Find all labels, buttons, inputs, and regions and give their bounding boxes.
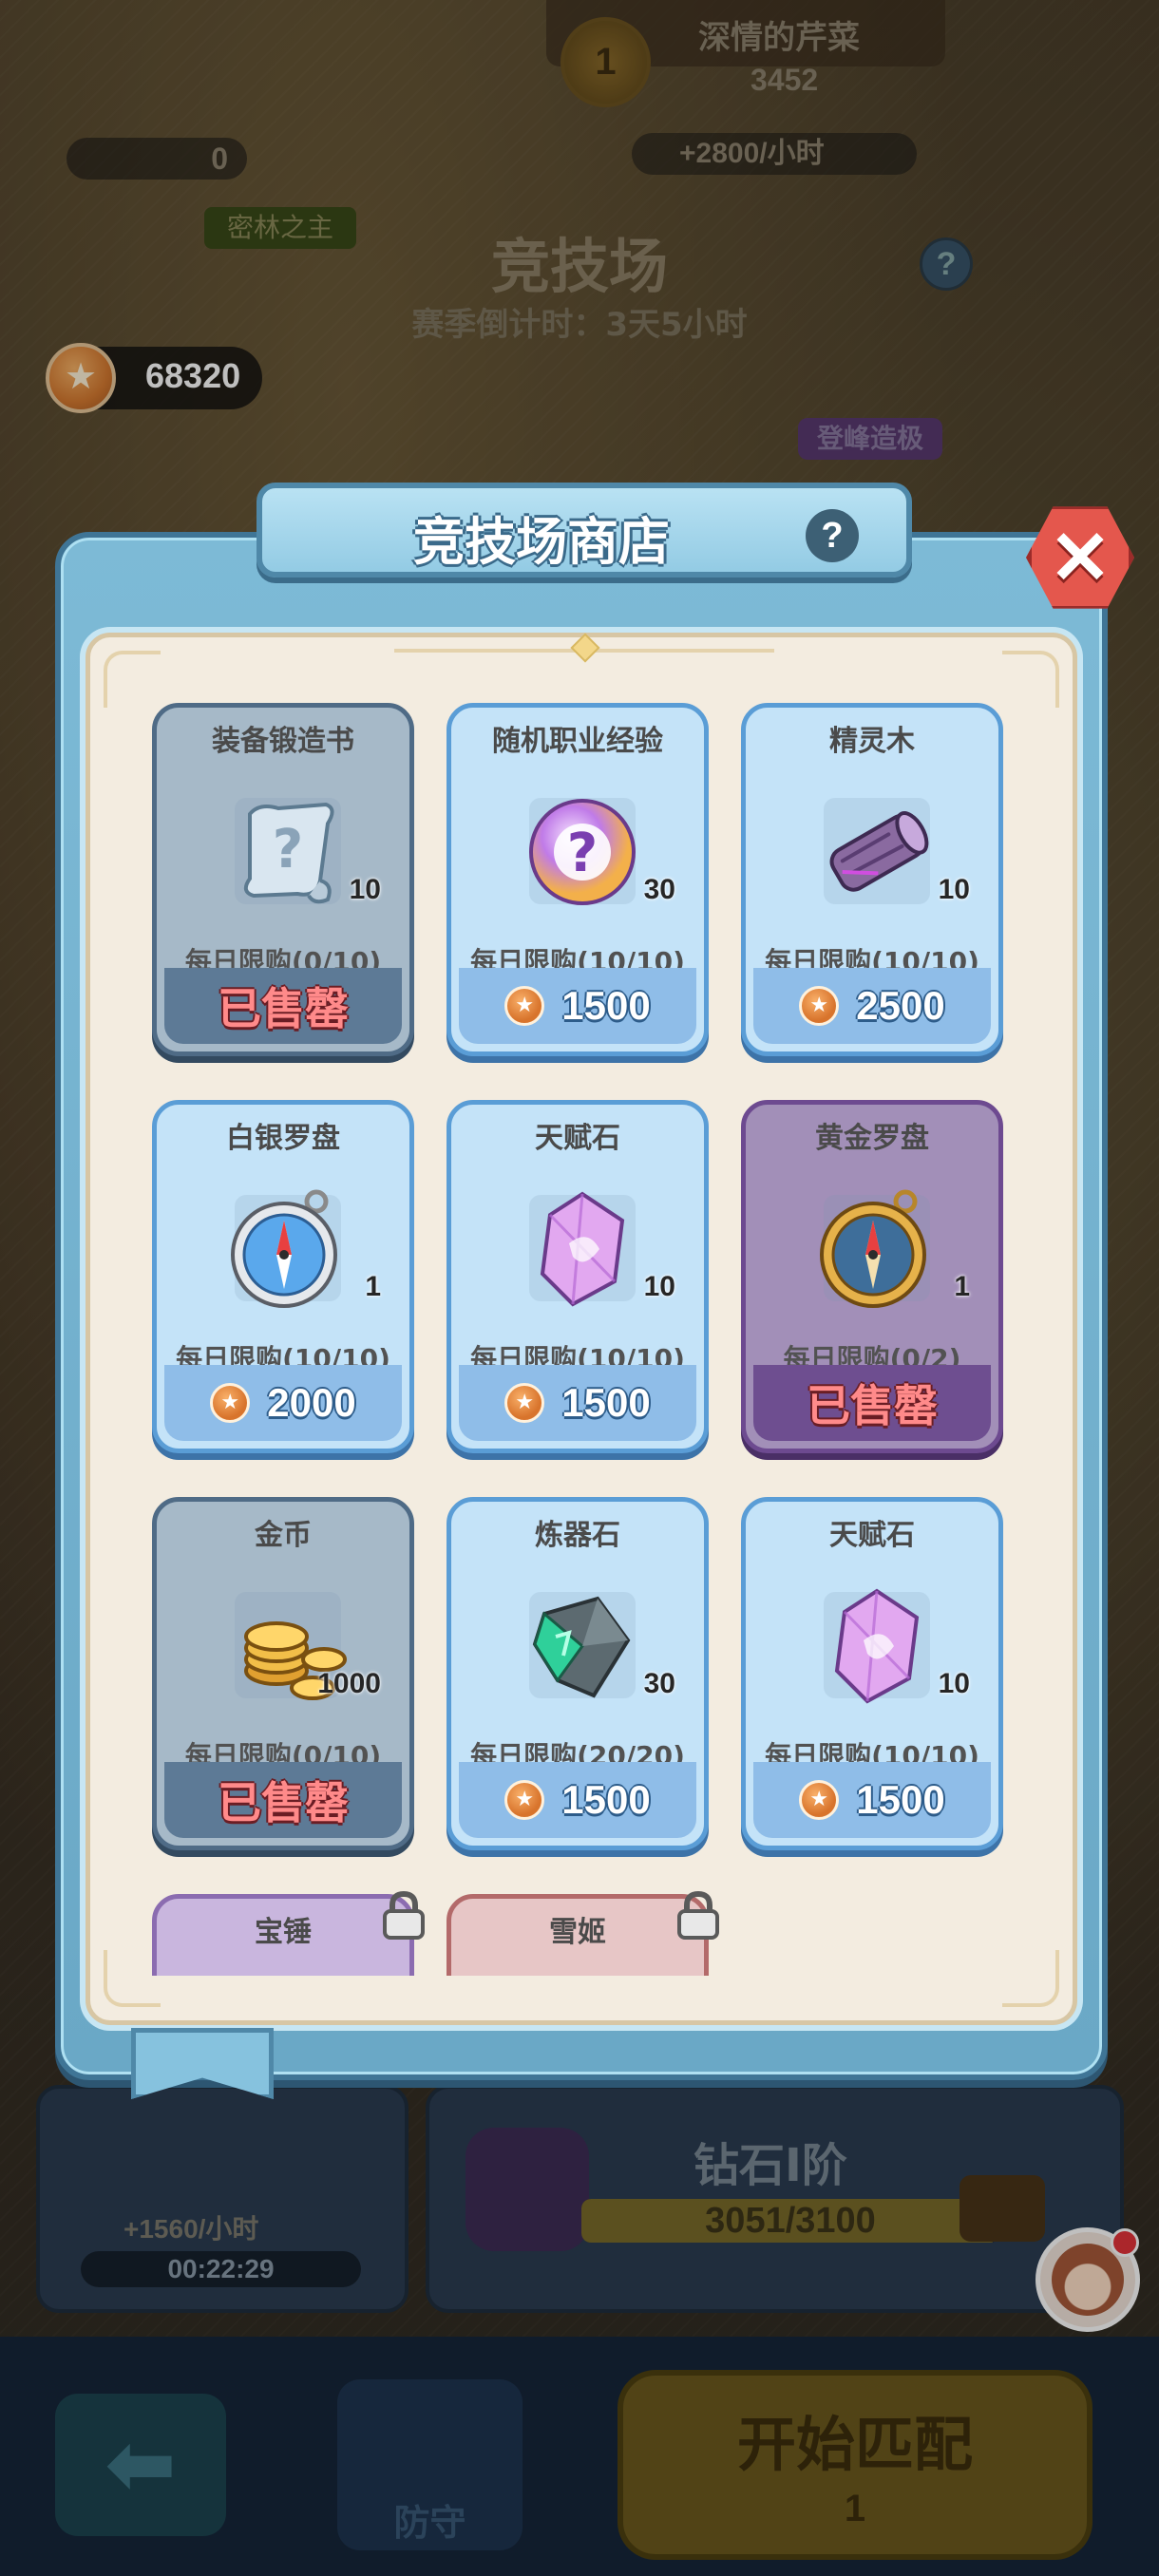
svg-text:?: ? — [273, 819, 303, 881]
item-price: 2000 — [267, 1380, 356, 1425]
sold-out-label: 已售罄 — [218, 1777, 349, 1828]
item-price: 1500 — [561, 1380, 651, 1425]
item-name: 天赋石 — [829, 1519, 915, 1552]
shop-title-banner: 竞技场商店 ? — [195, 483, 974, 578]
item-name: 白银罗盘 — [226, 1122, 340, 1155]
arena-coin-icon: ★ — [504, 1383, 545, 1423]
item-quantity: 1 — [954, 1271, 970, 1302]
buy-price-button[interactable]: ★ 2500 — [753, 968, 991, 1044]
arena-coin-icon: ★ — [799, 986, 840, 1026]
shop-title: 竞技场商店 — [413, 512, 670, 572]
item-name: 宝锤 — [255, 1916, 312, 1949]
shop-item-card[interactable]: 随机职业经验 ? 30 每日限购(10/10) ★ 1500 — [446, 703, 709, 1056]
item-name: 雪姬 — [549, 1916, 606, 1949]
item-name: 随机职业经验 — [492, 725, 663, 758]
shop-item-card-locked[interactable]: 宝锤 — [152, 1894, 414, 1976]
item-quantity: 10 — [938, 1668, 970, 1699]
shop-item-card[interactable]: 金币 1000 每日限购(0/10) 已售罄 — [152, 1497, 414, 1850]
shop-item-grid[interactable]: 装备锻造书 ? 10 每日限购(0/10) 已售罄 随机职业经验 ? 30 每日… — [147, 703, 1016, 1976]
svg-text:?: ? — [567, 823, 598, 884]
sold-out-label: 已售罄 — [218, 983, 349, 1034]
arena-coin-icon: ★ — [504, 1780, 545, 1820]
item-quantity: 10 — [349, 874, 381, 905]
sold-out-label: 已售罄 — [807, 1380, 938, 1431]
shop-item-card[interactable]: 白银罗盘 1 每日限购(10/10) ★ 2000 — [152, 1100, 414, 1453]
buy-price-button[interactable]: ★ 1500 — [459, 968, 696, 1044]
item-quantity: 30 — [643, 874, 675, 905]
item-quantity: 1 — [365, 1271, 381, 1302]
gold-compass-icon — [820, 1189, 926, 1308]
buy-price-button[interactable]: ★ 1500 — [459, 1365, 696, 1441]
buy-price-button[interactable]: ★ 1500 — [459, 1762, 696, 1838]
item-quantity: 30 — [643, 1668, 675, 1699]
shop-item-card[interactable]: 精灵木 10 每日限购(10/10) ★ 2500 — [741, 703, 1003, 1056]
arena-coin-icon: ★ — [504, 986, 545, 1026]
panel-top-diamond-icon — [570, 633, 600, 663]
item-quantity: 1000 — [317, 1668, 381, 1699]
wood-log-icon — [829, 811, 929, 892]
arena-coin-icon: ★ — [799, 1780, 840, 1820]
lock-icon — [383, 1890, 425, 1940]
scroll-question-icon: ? — [243, 802, 334, 904]
shop-item-card[interactable]: 天赋石 10 每日限购(10/10) ★ 1500 — [446, 1100, 709, 1453]
buy-price-button[interactable]: ★ 2000 — [164, 1365, 402, 1441]
item-name: 黄金罗盘 — [815, 1122, 929, 1155]
item-price: 1500 — [561, 983, 651, 1028]
item-name: 装备锻造书 — [212, 725, 354, 758]
refining-stone-icon — [532, 1596, 631, 1698]
talent-crystal-icon — [834, 1588, 920, 1704]
silver-compass-icon — [231, 1189, 337, 1308]
item-quantity: 10 — [938, 874, 970, 905]
item-price: 1500 — [856, 1777, 945, 1822]
shop-item-card[interactable]: 装备锻造书 ? 10 每日限购(0/10) 已售罄 — [152, 703, 414, 1056]
arena-coin-icon: ★ — [210, 1383, 251, 1423]
item-name: 天赋石 — [535, 1122, 620, 1155]
item-quantity: 10 — [643, 1271, 675, 1302]
item-name: 精灵木 — [829, 725, 915, 758]
item-name: 金币 — [255, 1519, 312, 1552]
close-icon[interactable]: ✕ — [1026, 503, 1134, 612]
sold-out-bar: 已售罄 — [164, 968, 402, 1044]
panel-corner-ornament — [104, 651, 161, 708]
lock-icon — [677, 1890, 719, 1940]
shop-item-card[interactable]: 黄金罗盘 1 每日限购(0/2) 已售罄 — [741, 1100, 1003, 1453]
item-price: 1500 — [561, 1777, 651, 1822]
item-name: 炼器石 — [535, 1519, 620, 1552]
shop-item-card[interactable]: 炼器石 30 每日限购(20/20) ★ 1500 — [446, 1497, 709, 1850]
buy-price-button[interactable]: ★ 1500 — [753, 1762, 991, 1838]
talent-crystal-icon — [540, 1191, 625, 1307]
shop-item-card-locked[interactable]: 雪姬 — [446, 1894, 709, 1976]
sold-out-bar: 已售罄 — [753, 1365, 991, 1441]
mystery-orb-icon: ? — [529, 799, 636, 905]
sold-out-bar: 已售罄 — [164, 1762, 402, 1838]
shop-item-card[interactable]: 天赋石 10 每日限购(10/10) ★ 1500 — [741, 1497, 1003, 1850]
shop-help-button[interactable]: ? — [806, 509, 859, 562]
item-price: 2500 — [856, 983, 945, 1028]
panel-corner-ornament — [1002, 651, 1059, 708]
